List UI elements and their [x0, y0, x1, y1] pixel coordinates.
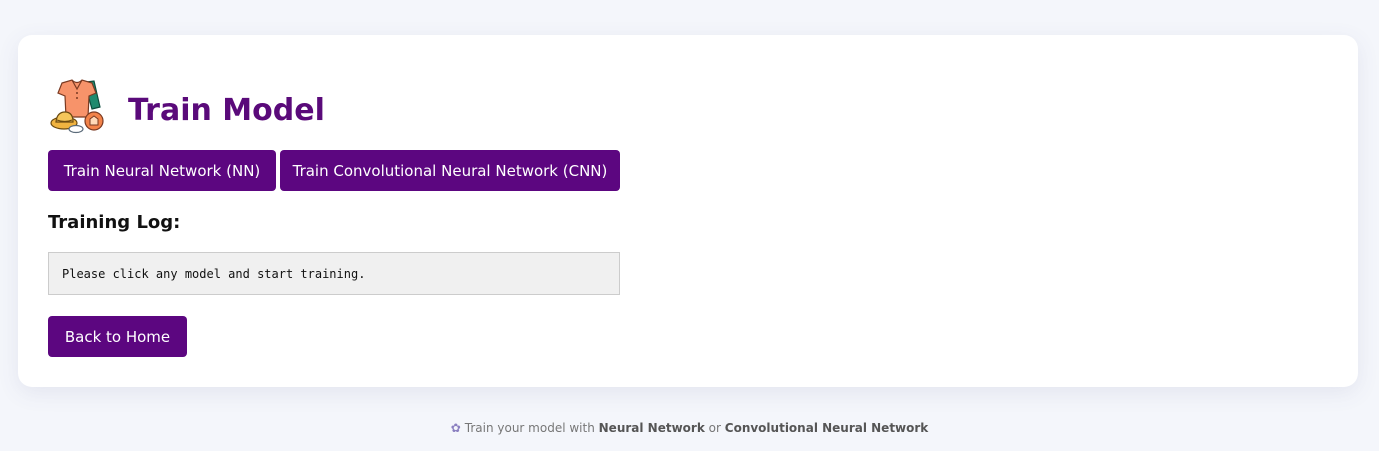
back-to-home-button[interactable]: Back to Home — [48, 316, 187, 357]
gear-icon: ✿ — [450, 421, 461, 435]
title-row: Train Model — [48, 77, 1328, 137]
footer-or: or — [708, 421, 721, 435]
footer-nn: Neural Network — [598, 421, 705, 435]
train-cnn-button[interactable]: Train Convolutional Neural Network (CNN) — [280, 150, 620, 191]
training-log-heading: Training Log: — [48, 212, 181, 233]
footer: ✿ Train your model with Neural Network or… — [0, 421, 1379, 435]
training-log-output: Please click any model and start trainin… — [48, 252, 620, 295]
page-title: Train Model — [128, 92, 325, 128]
back-row: Back to Home — [48, 316, 1328, 357]
training-log-text: Please click any model and start trainin… — [62, 266, 366, 281]
train-nn-button[interactable]: Train Neural Network (NN) — [48, 150, 276, 191]
footer-cnn: Convolutional Neural Network — [724, 421, 929, 435]
clothing-icon — [50, 79, 104, 134]
model-button-row: Train Neural Network (NN) Train Convolut… — [48, 150, 1328, 191]
main-card: Train Model Train Neural Network (NN) Tr… — [18, 35, 1358, 387]
footer-prefix: Train your model with — [464, 421, 595, 435]
